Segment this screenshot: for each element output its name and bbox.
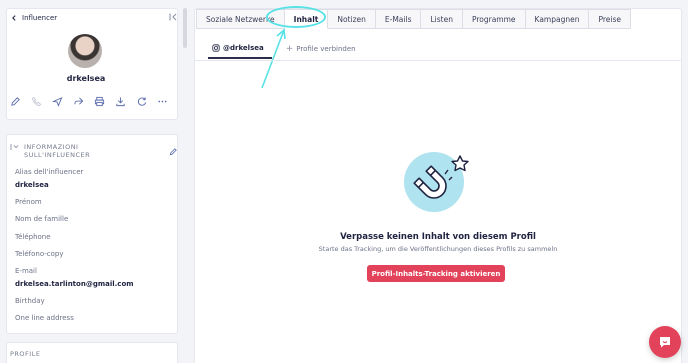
field-label-address: One line address — [15, 314, 74, 322]
download-icon[interactable] — [115, 92, 126, 107]
instagram-icon — [212, 44, 220, 52]
activate-tracking-button[interactable]: Profil-Inhalts-Tracking aktivieren — [367, 265, 505, 282]
sub-tab-instagram-profile[interactable]: @drkelsea — [208, 44, 272, 59]
info-section-header[interactable]: INFORMAZIONI SULL'INFLUENCER — [10, 143, 124, 159]
back-link-label: Influencer — [22, 14, 58, 22]
sub-tab-instagram-label: @drkelsea — [223, 44, 264, 52]
connect-profile-label: Profile verbinden — [296, 45, 356, 53]
field-label-birthday: Birthday — [15, 297, 45, 305]
edit-info-icon[interactable] — [169, 147, 178, 156]
field-label-phone-copy: Teléfono-copy — [15, 250, 64, 258]
share-icon[interactable] — [73, 92, 84, 105]
chevron-left-icon — [12, 15, 16, 21]
info-section-title: INFORMAZIONI SULL'INFLUENCER — [24, 143, 91, 159]
more-icon[interactable] — [157, 92, 168, 103]
connect-profile-button[interactable]: + Profile verbinden — [286, 44, 356, 59]
tab-lists[interactable]: Listen — [421, 9, 463, 29]
profile-sub-tabs: @drkelsea + Profile verbinden — [208, 44, 356, 59]
field-label-last-name: Nom de famille — [15, 215, 69, 223]
help-chat-button[interactable] — [649, 326, 681, 358]
phone-icon[interactable] — [31, 92, 42, 107]
left-panel: Influencer drkelsea INFORMAZIONI SULL'IN… — [0, 0, 187, 363]
tab-emails[interactable]: E-Mails — [375, 9, 422, 29]
field-label-alias: Alias dell'influencer — [15, 168, 84, 176]
empty-state-subtitle: Starte das Tracking, um die Veröffentlic… — [318, 245, 558, 253]
field-label-first-name: Prénom — [15, 198, 42, 206]
field-label-phone: Téléphone — [15, 233, 51, 241]
field-label-email: E-mail — [15, 267, 37, 275]
profile-section-header[interactable]: PROFILE — [10, 350, 40, 358]
tab-prices[interactable]: Preise — [589, 9, 632, 29]
profile-username: drkelsea — [66, 74, 106, 83]
tab-programs[interactable]: Programme — [462, 9, 526, 29]
profile-actions — [10, 92, 168, 107]
collapse-panel-icon[interactable] — [168, 12, 178, 22]
edit-icon[interactable] — [10, 92, 21, 106]
tab-notes[interactable]: Notizen — [328, 9, 376, 29]
send-icon[interactable] — [51, 92, 63, 107]
plus-icon: + — [285, 44, 294, 54]
refresh-icon[interactable] — [136, 92, 147, 106]
drag-handle-icon[interactable] — [10, 143, 20, 151]
back-link[interactable]: Influencer — [10, 14, 57, 22]
empty-state-title: Verpasse keinen Inhalt von diesem Profil — [340, 232, 536, 242]
profile-section-title: PROFILE — [10, 350, 41, 358]
print-icon[interactable] — [94, 92, 105, 107]
chat-icon — [660, 337, 670, 348]
avatar — [68, 34, 102, 68]
sub-tab-divider — [195, 60, 681, 61]
field-value-email: drkelsea.tarlinton@gmail.com — [15, 280, 134, 288]
magnet-illustration-icon — [404, 152, 469, 212]
sidebar-scrollbar[interactable] — [183, 8, 187, 48]
tab-campaigns[interactable]: Kampagnen — [525, 9, 590, 29]
field-value-alias: drkelsea — [15, 181, 49, 189]
